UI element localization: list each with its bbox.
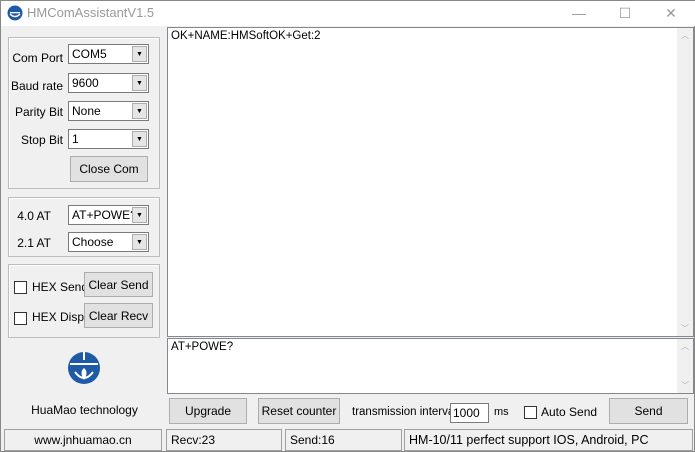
status-send: Send:16 [285, 429, 402, 451]
chevron-down-icon: ▼ [132, 207, 147, 223]
window-title: HMComAssistantV1.5 [27, 5, 155, 20]
chevron-down-icon: ▼ [132, 46, 147, 62]
close-button[interactable]: ✕ [651, 3, 691, 23]
stop-bit-select[interactable]: 1 ▼ [68, 129, 149, 149]
at40-label: 4.0 AT [17, 209, 51, 223]
parity-bit-select[interactable]: None ▼ [68, 101, 149, 121]
upgrade-button[interactable]: Upgrade [169, 398, 247, 424]
baud-rate-value: 9600 [72, 76, 99, 90]
chevron-down-icon: ▼ [132, 103, 147, 119]
hex-disp-label: HEX Disp [32, 310, 85, 324]
title-bar: HMComAssistantV1.5 — ☐ ✕ [1, 1, 695, 26]
at40-select[interactable]: AT+POWE? ▼ [68, 205, 149, 225]
receive-scrollbar[interactable]: ︿ ﹀ [677, 28, 693, 336]
hex-send-label: HEX Send [32, 280, 89, 294]
status-website: www.jnhuamao.cn [4, 429, 162, 451]
interval-input[interactable]: 1000 [450, 403, 489, 423]
status-recv: Recv:23 [166, 429, 282, 451]
maximize-button[interactable]: ☐ [605, 3, 645, 23]
chevron-down-icon: ▼ [132, 75, 147, 91]
ms-label: ms [494, 406, 509, 418]
huamao-logo-icon [68, 352, 100, 384]
baud-rate-label: Baud rate [10, 79, 63, 93]
send-button[interactable]: Send [609, 398, 688, 424]
interval-label: transmission interval [352, 406, 457, 418]
com-port-select[interactable]: COM5 ▼ [68, 44, 149, 64]
parity-bit-label: Parity Bit [14, 105, 63, 119]
send-text: AT+POWE? [171, 341, 234, 353]
app-logo-icon [7, 5, 23, 21]
com-port-label: Com Port [12, 51, 63, 65]
stop-bit-value: 1 [72, 132, 79, 146]
at21-value: Choose [72, 235, 114, 249]
send-textarea[interactable]: AT+POWE? ︿ ﹀ [167, 338, 694, 394]
parity-bit-value: None [72, 104, 101, 118]
at21-label: 2.1 AT [17, 236, 51, 250]
chevron-down-icon: ▼ [132, 234, 147, 250]
stop-bit-label: Stop Bit [20, 133, 63, 147]
clear-send-button[interactable]: Clear Send [84, 272, 153, 297]
minimize-button[interactable]: — [559, 3, 599, 23]
com-port-value: COM5 [72, 47, 107, 61]
brand-label: HuaMao technology [31, 403, 138, 417]
at40-value: AT+POWE? [72, 208, 137, 222]
clear-recv-button[interactable]: Clear Recv [84, 303, 153, 328]
auto-send-label: Auto Send [541, 405, 598, 419]
close-com-button[interactable]: Close Com [70, 156, 148, 182]
hex-disp-checkbox[interactable] [14, 312, 27, 325]
baud-rate-select[interactable]: 9600 ▼ [68, 73, 149, 93]
chevron-down-icon: ▼ [132, 131, 147, 147]
at21-select[interactable]: Choose ▼ [68, 232, 149, 252]
reset-counter-button[interactable]: Reset counter [258, 398, 340, 424]
receive-textarea[interactable]: OK+NAME:HMSoftOK+Get:2 ︿ ﹀ [167, 27, 694, 337]
send-scrollbar[interactable]: ︿ ﹀ [677, 339, 693, 393]
receive-text: OK+NAME:HMSoftOK+Get:2 [171, 30, 321, 42]
auto-send-checkbox[interactable] [524, 406, 537, 419]
status-info: HM-10/11 perfect support IOS, Android, P… [404, 429, 693, 451]
hex-send-checkbox[interactable] [14, 281, 27, 294]
